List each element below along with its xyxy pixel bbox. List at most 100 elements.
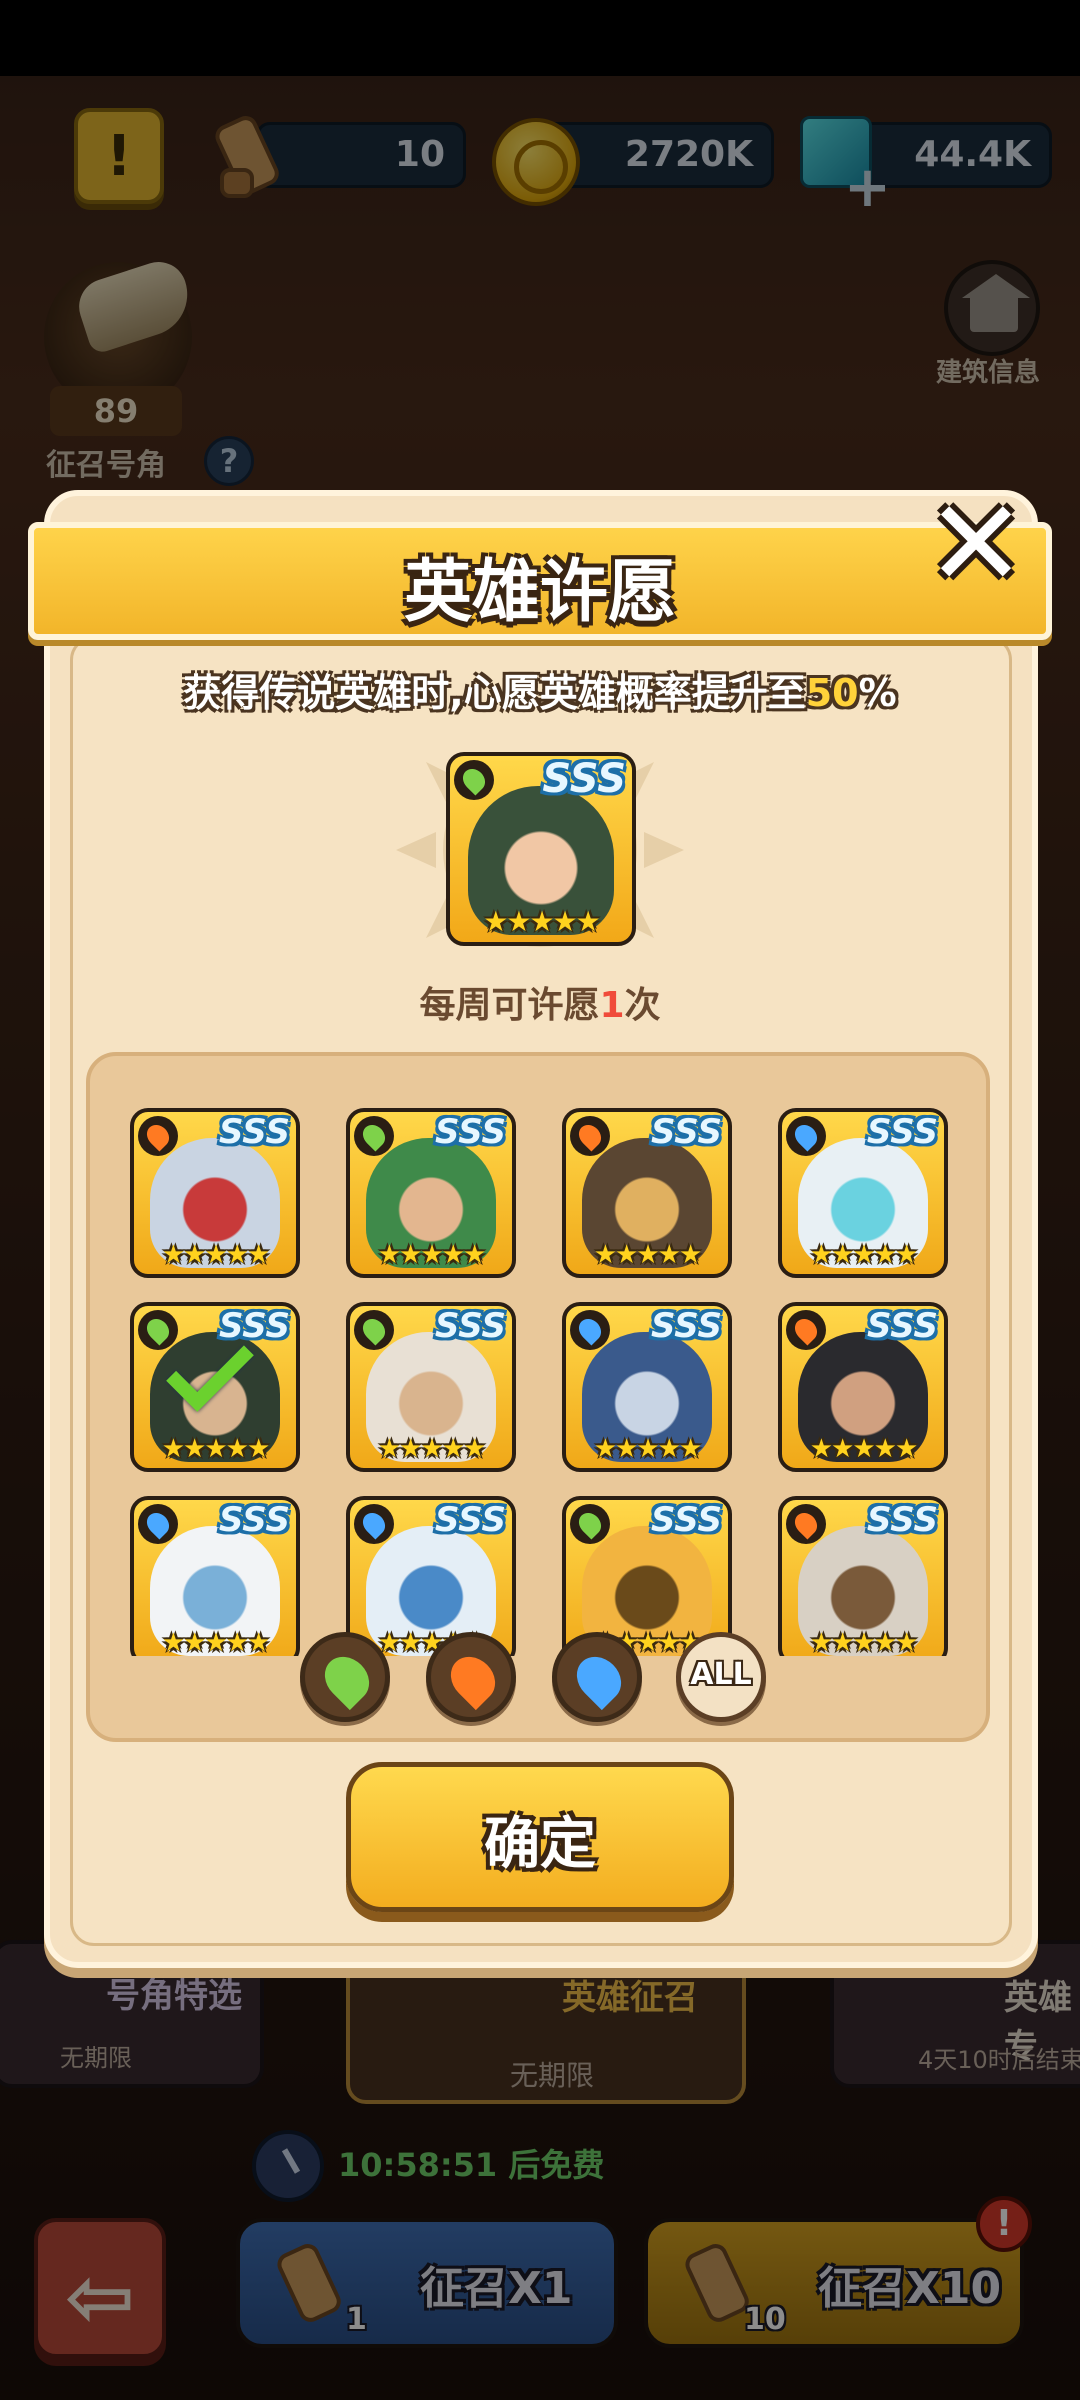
wish-info-text: 每周可许愿 xyxy=(419,985,600,1026)
horn-count: 89 xyxy=(50,386,182,436)
rank-label: SSS xyxy=(218,1112,290,1152)
filter-all-label: ALL xyxy=(690,1657,752,1692)
coin-count: 2720K xyxy=(624,134,753,175)
water-drop-icon xyxy=(567,1647,631,1711)
hero-card[interactable]: SSS ★★★★★ xyxy=(778,1302,948,1472)
fire-icon xyxy=(786,1310,826,1350)
hero-grid[interactable]: SSS ★★★★★ SSS ★★★★★ SSS ★★★★★ SSS ★★★★★ SSS ★★★★★… xyxy=(130,1108,1010,1656)
hero-card[interactable]: SSS ★★★★★ xyxy=(346,1302,516,1472)
rank-label: SSS xyxy=(650,1500,722,1540)
game-screen: ! 10 2720K 44.4K + 89 征召号角 ? 建筑信息 号角特选 无… xyxy=(0,0,1080,2400)
wish-info-suffix: 次 xyxy=(624,985,661,1026)
timer-text: 10:58:51 后免费 xyxy=(338,2146,605,2184)
leaf-icon xyxy=(315,1647,379,1711)
star-rating: ★★★★★ xyxy=(809,1240,919,1270)
arrow-left-icon: ⇦ xyxy=(64,2248,136,2346)
filter-water-button[interactable] xyxy=(552,1632,642,1722)
hero-card[interactable]: SSS ★★★★★ xyxy=(130,1496,300,1656)
summon-label: 征召X1 xyxy=(420,2263,573,2314)
scroll-icon xyxy=(215,116,279,198)
leaf-icon xyxy=(570,1504,610,1544)
description-rate: 50 xyxy=(805,671,859,715)
hero-card[interactable]: SSS ★★★★★ xyxy=(778,1496,948,1656)
tab-title: 英雄征召 xyxy=(562,1978,698,2018)
hero-card[interactable]: SSS ★★★★★ xyxy=(778,1108,948,1278)
tab-subtitle: 无期限 xyxy=(60,2044,132,2072)
leaf-icon xyxy=(454,760,494,800)
star-rating: ★★★★★ xyxy=(161,1240,271,1270)
hero-card[interactable]: SSS ★★★★★ xyxy=(130,1302,300,1472)
star-rating: ★★★★★ xyxy=(161,1628,271,1656)
coin-icon xyxy=(492,118,580,206)
star-rating: ★★★★★ xyxy=(593,1240,703,1270)
water-drop-icon xyxy=(786,1116,826,1156)
dialog-title-bar: 英雄许愿 xyxy=(28,522,1052,640)
leaf-icon xyxy=(354,1310,394,1350)
hero-card[interactable]: SSS ★★★★★ xyxy=(562,1302,732,1472)
rank-label: SSS xyxy=(650,1112,722,1152)
back-button[interactable]: ⇦ xyxy=(34,2218,166,2358)
confirm-button[interactable]: 确定 xyxy=(346,1762,734,1912)
fire-icon xyxy=(786,1504,826,1544)
building-info-label: 建筑信息 xyxy=(936,358,1041,388)
star-rating: ★★★★★ xyxy=(593,1434,703,1464)
star-rating: ★★★★★ xyxy=(809,1434,919,1464)
notice-button[interactable]: ! xyxy=(74,108,164,204)
hero-card[interactable]: SSS ★★★★★ xyxy=(346,1108,516,1278)
filter-fire-button[interactable] xyxy=(426,1632,516,1722)
dialog-title: 英雄许愿 xyxy=(403,553,676,632)
free-timer: 10:58:51 后免费 xyxy=(252,2130,632,2202)
help-icon[interactable]: ? xyxy=(204,436,254,486)
description-suffix: % xyxy=(858,671,897,715)
gem-count: 44.4K xyxy=(914,134,1031,175)
close-icon[interactable]: ✕ xyxy=(924,485,1028,605)
plus-icon[interactable]: + xyxy=(844,160,891,216)
tab-subtitle: 4天10时后结束 xyxy=(918,2046,1080,2074)
description-text: 获得传说英雄时,心愿英雄概率提升至 xyxy=(183,671,806,715)
featured-hero-card: SSS ★★★★★ xyxy=(446,752,636,946)
clock-icon xyxy=(252,2130,324,2202)
alert-badge: ! xyxy=(976,2196,1032,2252)
water-drop-icon xyxy=(354,1504,394,1544)
rank-label: SSS xyxy=(218,1500,290,1540)
rank-label: SSS xyxy=(650,1306,722,1346)
fire-icon xyxy=(570,1116,610,1156)
scroll-icon xyxy=(277,2244,341,2322)
rank-label: SSS xyxy=(866,1112,938,1152)
filter-all-button[interactable]: ALL xyxy=(676,1632,766,1722)
confirm-label: 确定 xyxy=(484,1812,596,1877)
star-rating: ★★★★★ xyxy=(377,1434,487,1464)
summon-label: 征召X10 xyxy=(818,2263,1002,2314)
leaf-icon xyxy=(354,1116,394,1156)
rank-label: SSS xyxy=(434,1112,506,1152)
fire-icon xyxy=(441,1647,505,1711)
scroll-count: 10 xyxy=(394,134,445,175)
summon-count: 1 xyxy=(346,2302,367,2337)
filter-leaf-button[interactable] xyxy=(300,1632,390,1722)
wish-description: 获得传说英雄时,心愿英雄概率提升至50% xyxy=(0,662,1080,717)
star-rating: ★★★★★ xyxy=(377,1240,487,1270)
hero-card[interactable]: SSS ★★★★★ xyxy=(346,1496,516,1656)
star-rating: ★★★★★ xyxy=(161,1434,271,1464)
water-drop-icon xyxy=(138,1504,178,1544)
rank-label: SSS xyxy=(542,756,626,802)
summon-count: 10 xyxy=(744,2302,786,2337)
hero-card[interactable]: SSS ★★★★★ xyxy=(130,1108,300,1278)
star-rating: ★★★★★ xyxy=(809,1628,919,1656)
tab-title: 号角特选 xyxy=(106,1976,242,2016)
rank-label: SSS xyxy=(434,1500,506,1540)
water-drop-icon xyxy=(570,1310,610,1350)
wish-info-count: 1 xyxy=(599,985,625,1026)
rank-label: SSS xyxy=(866,1306,938,1346)
tab-subtitle: 无期限 xyxy=(510,2059,595,2092)
exclamation-icon: ! xyxy=(106,124,132,189)
fire-icon xyxy=(138,1116,178,1156)
summon-x10-button[interactable]: 10 征召X10 xyxy=(644,2218,1024,2348)
building-info-button[interactable] xyxy=(944,260,1040,356)
weekly-wish-info: 每周可许愿1次 xyxy=(0,976,1080,1028)
leaf-icon xyxy=(138,1310,178,1350)
hero-card[interactable]: SSS ★★★★★ xyxy=(562,1108,732,1278)
rank-label: SSS xyxy=(434,1306,506,1346)
summon-x1-button[interactable]: 1 征召X1 xyxy=(236,2218,618,2348)
horn-label: 征召号角 xyxy=(46,448,166,483)
